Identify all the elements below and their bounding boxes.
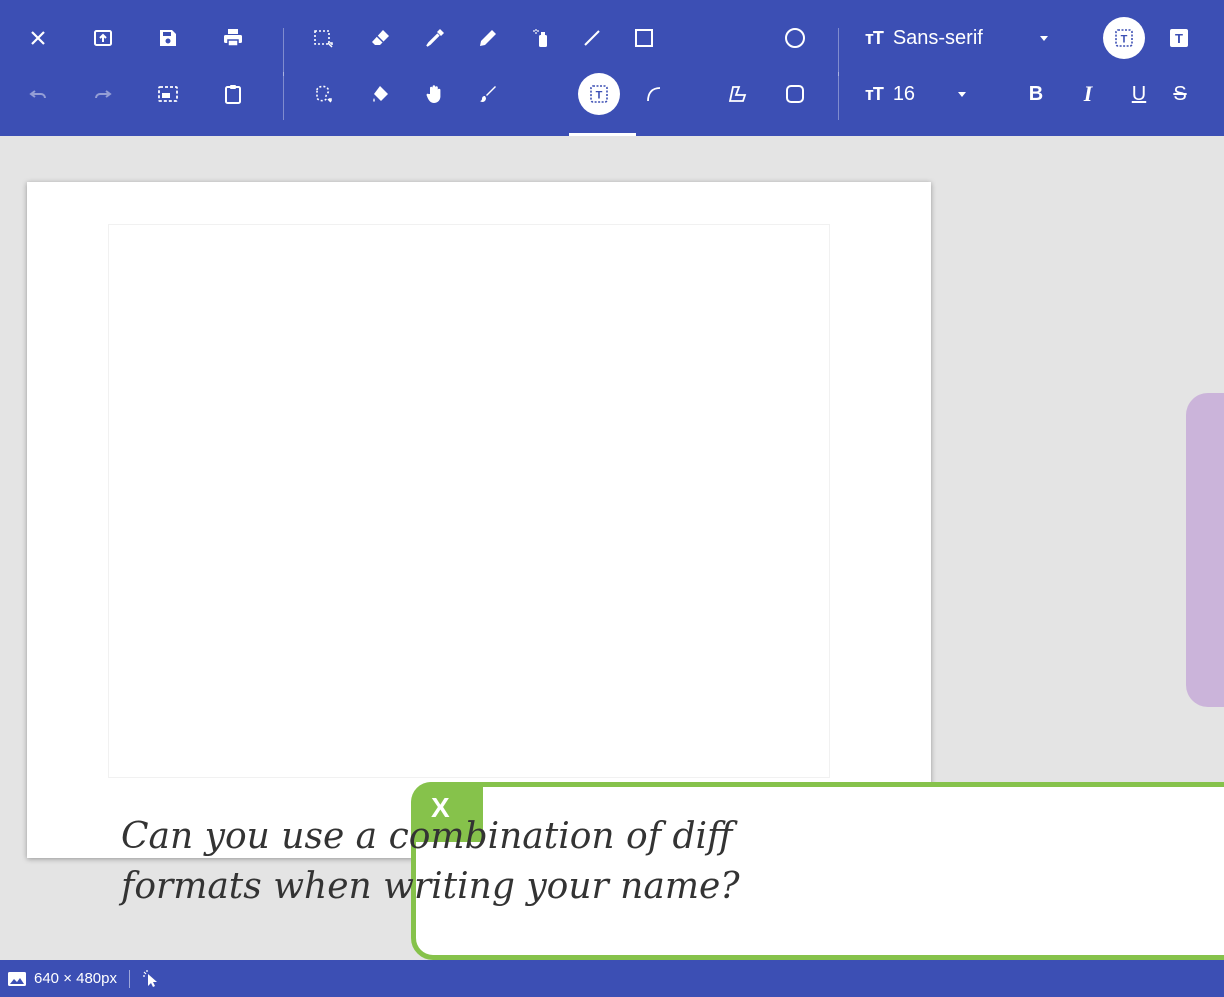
line-button[interactable] (566, 12, 618, 64)
svg-text:T: T (1121, 34, 1128, 46)
close-button[interactable] (12, 12, 64, 64)
bold-button[interactable]: B (1014, 68, 1058, 120)
text-mode-button[interactable]: T (1154, 12, 1204, 64)
strikethrough-button[interactable]: S (1160, 68, 1200, 120)
text-tool-button[interactable]: T (573, 68, 625, 120)
paste-icon (225, 85, 241, 104)
cursor-icon (143, 969, 157, 987)
font-size-caret[interactable] (958, 92, 966, 97)
text-tool-icon: T (590, 85, 608, 103)
text-background-button[interactable]: T (1098, 12, 1150, 64)
fill-icon (373, 86, 388, 102)
font-family-value: Sans-serif (892, 26, 983, 49)
brush-button[interactable] (462, 68, 514, 120)
select-rect-icon (314, 30, 333, 48)
font-size-select[interactable]: ᴛT 16 (865, 68, 915, 120)
pencil-icon (480, 30, 496, 46)
rectangle-button[interactable] (618, 12, 670, 64)
curve-icon (647, 87, 661, 102)
redo-icon (95, 90, 112, 99)
callout-text: Can you use a combination of diff format… (121, 812, 1221, 912)
polygon-icon (728, 86, 747, 102)
ellipse-icon (785, 28, 805, 48)
undo-icon (29, 90, 46, 99)
italic-button[interactable]: I (1066, 68, 1110, 120)
color-picker-icon (426, 29, 444, 47)
toolbar-row-1: ᴛT Sans-serif T T (0, 12, 1224, 76)
toolbar-divider (283, 72, 284, 120)
select-free-icon (316, 85, 332, 103)
print-button[interactable] (207, 12, 259, 64)
undo-button[interactable] (12, 68, 64, 120)
polygon-button[interactable] (712, 68, 764, 120)
save-icon (160, 30, 176, 46)
image-icon (8, 971, 26, 986)
print-icon (224, 29, 242, 47)
underline-button[interactable]: U (1117, 68, 1161, 120)
select-rect-button[interactable] (297, 12, 349, 64)
select-free-button[interactable] (297, 68, 349, 120)
toolbar-divider (838, 72, 839, 120)
airbrush-button[interactable] (515, 12, 567, 64)
rounded-rect-button[interactable] (769, 68, 821, 120)
toolbar-row-2: T ᴛT 16 B I U S (0, 68, 1224, 120)
line-icon (584, 30, 600, 46)
callout-line-1: Can you use a combination of diff (121, 816, 733, 857)
eraser-button[interactable] (355, 12, 407, 64)
paste-button[interactable] (207, 68, 259, 120)
ellipse-button[interactable] (769, 12, 821, 64)
rounded-rect-icon (786, 85, 804, 103)
crop-button[interactable] (142, 68, 194, 120)
color-picker-button[interactable] (409, 12, 461, 64)
rectangle-icon (635, 29, 653, 47)
brush-icon (480, 86, 496, 102)
toolbar: ᴛT Sans-serif T T T ᴛT 16 B I U S (0, 0, 1224, 136)
save-button[interactable] (142, 12, 194, 64)
canvas-image-area[interactable] (108, 224, 830, 778)
status-divider (129, 969, 130, 988)
close-icon (31, 31, 45, 45)
open-icon (94, 30, 112, 46)
open-button[interactable] (77, 12, 129, 64)
svg-text:T: T (596, 90, 603, 102)
font-size-icon: ᴛT (865, 27, 884, 48)
fill-button[interactable] (355, 68, 407, 120)
drawing-canvas[interactable] (27, 182, 931, 858)
hand-icon (426, 85, 441, 103)
font-family-caret[interactable] (1040, 36, 1048, 41)
side-panel-card (1186, 393, 1224, 707)
hand-button[interactable] (409, 68, 461, 120)
eraser-icon (372, 30, 389, 45)
callout-line-2: formats when writing your name? (121, 866, 740, 907)
text-mode-icon: T (1170, 29, 1188, 47)
font-size-value: 16 (892, 82, 916, 105)
text-background-icon: T (1115, 29, 1133, 47)
redo-button[interactable] (77, 68, 129, 120)
svg-text:T: T (1175, 31, 1183, 46)
status-bar: 640 × 480px (0, 960, 1224, 997)
pencil-button[interactable] (462, 12, 514, 64)
airbrush-icon (533, 29, 547, 47)
font-size-icon: ᴛT (865, 83, 884, 104)
curve-button[interactable] (628, 68, 680, 120)
canvas-dimensions: 640 × 480px (34, 970, 117, 987)
crop-icon (158, 86, 178, 102)
font-family-select[interactable]: ᴛT Sans-serif (865, 12, 983, 64)
active-tool-indicator (569, 133, 636, 136)
